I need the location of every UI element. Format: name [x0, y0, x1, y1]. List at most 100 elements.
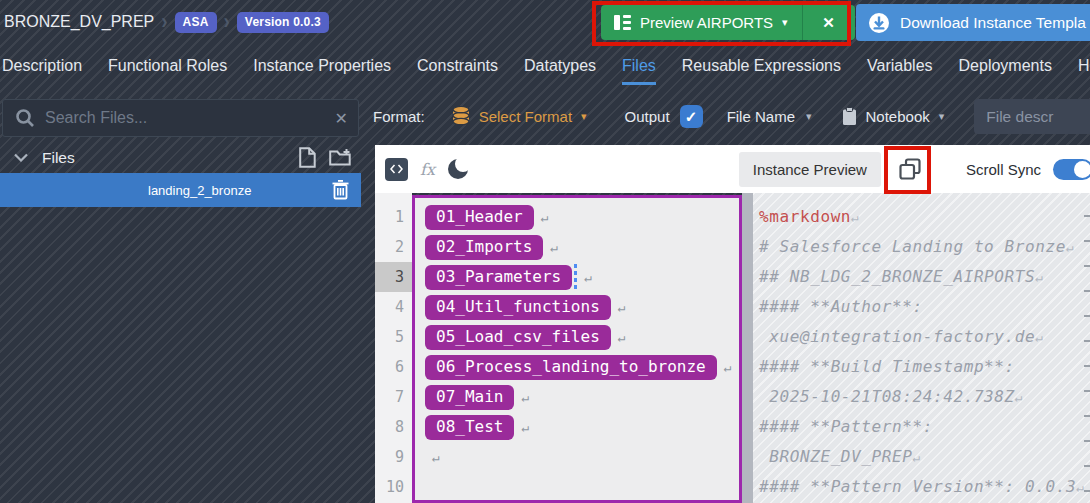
- return-mark: ↵: [1035, 330, 1043, 345]
- download-instance-template-button[interactable]: Download Instance Templa: [856, 4, 1090, 41]
- file-sidebar: Search Files... ✕ Files landing_2_bronze: [0, 88, 361, 503]
- format-toolbar: Format: Select Format ▾ Output ✓ File Na…: [361, 88, 1090, 145]
- instance-preview-button[interactable]: Instance Preview: [739, 152, 881, 187]
- download-button-label: Download Instance Templa: [900, 14, 1086, 32]
- badge-asa: ASA: [175, 12, 217, 33]
- dark-mode-moon-icon[interactable]: [448, 159, 468, 179]
- tab-history[interactable]: History: [1078, 47, 1090, 85]
- tab-functional-roles[interactable]: Functional Roles: [108, 47, 227, 85]
- tab-bar: Description Functional Roles Instance Pr…: [0, 44, 1090, 88]
- preview-button-group: Preview AIRPORTS ▾ ✕: [601, 5, 855, 40]
- section-token[interactable]: 04_Util_functions: [425, 295, 611, 320]
- output-checkbox[interactable]: ✓: [680, 105, 703, 128]
- scroll-sync-toggle[interactable]: [1053, 159, 1090, 180]
- line-number: 7: [375, 382, 412, 412]
- editor-body: 1 2 3 4 5 6 7 8 9 10 01_Header ↵ 02_Impor…: [375, 193, 1090, 503]
- preview-line: #### **Pattern**:: [753, 412, 1090, 442]
- code-line: 08_Test ↵: [415, 412, 739, 442]
- line-number: 5: [375, 322, 412, 352]
- line-number: 4: [375, 292, 412, 322]
- file-name-dropdown[interactable]: File Name ▾: [727, 108, 812, 125]
- section-token[interactable]: 03_Parameters: [425, 265, 572, 290]
- code-line: 03_Parameters ↵: [415, 262, 739, 292]
- preview-line: #### **Build Timestamp**:: [753, 352, 1090, 382]
- preview-airports-button[interactable]: Preview AIRPORTS ▾: [601, 5, 802, 40]
- chevron-down-icon: ▾: [782, 16, 788, 29]
- text-cursor: [574, 264, 577, 290]
- preview-line: #### **Author**:: [753, 292, 1090, 322]
- return-mark: ↵: [1066, 240, 1074, 255]
- return-mark: ↵: [432, 450, 440, 465]
- tab-deployments[interactable]: Deployments: [959, 47, 1052, 85]
- notebook-editor: fx Instance Preview Scroll Sync 1 2 3 4 …: [375, 145, 1090, 503]
- return-mark: ↵: [618, 330, 626, 345]
- code-line: 07_Main ↵: [415, 382, 739, 412]
- copy-icon[interactable]: [898, 157, 922, 181]
- fx-icon[interactable]: fx: [420, 160, 435, 179]
- line-number: 9: [375, 442, 412, 472]
- line-number: 6: [375, 352, 412, 382]
- return-mark: ↵: [1035, 270, 1043, 285]
- search-files-input[interactable]: Search Files... ✕: [2, 99, 359, 137]
- code-block-icon[interactable]: [385, 158, 408, 181]
- tab-constraints[interactable]: Constraints: [417, 47, 498, 85]
- files-root-label: Files: [42, 149, 299, 167]
- preview-line: # Salesforce Landing to Bronze↵: [753, 232, 1090, 262]
- preview-button-label: Preview AIRPORTS: [640, 14, 773, 31]
- tab-datatypes[interactable]: Datatypes: [524, 47, 596, 85]
- output-label: Output: [625, 108, 670, 125]
- return-mark: ↵: [1015, 390, 1023, 405]
- code-line: 04_Util_functions↵: [415, 292, 739, 322]
- section-token[interactable]: 01_Header: [425, 205, 534, 230]
- select-format-dropdown[interactable]: Select Format ▾: [452, 106, 587, 127]
- section-token[interactable]: 07_Main: [425, 385, 514, 410]
- section-token[interactable]: 08_Test: [425, 415, 514, 440]
- line-number: 8: [375, 412, 412, 442]
- code-line: 02_Imports ↵: [415, 232, 739, 262]
- chevron-down-icon: ▾: [581, 110, 587, 123]
- chevron-down-icon: ▾: [939, 110, 945, 123]
- section-token[interactable]: 06_Process_landing_to_bronze: [425, 355, 717, 380]
- tab-files[interactable]: Files: [622, 47, 656, 85]
- line-number: 2: [375, 232, 412, 262]
- files-tree-root[interactable]: Files: [0, 142, 361, 173]
- select-format-label: Select Format: [479, 108, 572, 125]
- code-line: 05_Load_csv_files ↵: [415, 322, 739, 352]
- return-mark: ↵: [1076, 480, 1084, 495]
- new-file-icon[interactable]: [299, 147, 316, 168]
- code-editor-area[interactable]: 01_Header ↵ 02_Imports ↵ 03_Parameters ↵ 04…: [412, 195, 742, 503]
- scrollbar-ticks[interactable]: [1084, 215, 1090, 503]
- section-token[interactable]: 02_Imports: [425, 235, 543, 260]
- search-icon: [15, 108, 35, 128]
- clear-search-icon[interactable]: ✕: [335, 109, 348, 128]
- file-item-landing-2-bronze[interactable]: landing_2_bronze: [0, 173, 361, 207]
- breadcrumb-separator-icon: ›: [224, 9, 230, 35]
- delete-file-icon[interactable]: [332, 180, 349, 200]
- new-folder-icon[interactable]: [329, 148, 351, 167]
- tab-description[interactable]: Description: [2, 47, 82, 85]
- file-description-input[interactable]: File descr: [974, 99, 1090, 134]
- notebook-dropdown[interactable]: Notebook ▾: [842, 107, 945, 126]
- chevron-down-icon: ▾: [806, 110, 812, 123]
- tab-variables[interactable]: Variables: [867, 47, 933, 85]
- file-description-placeholder: File descr: [986, 108, 1053, 126]
- return-mark: ↵: [724, 360, 732, 375]
- line-number-gutter: 1 2 3 4 5 6 7 8 9 10: [375, 193, 412, 503]
- close-preview-button[interactable]: ✕: [803, 14, 855, 32]
- tab-reusable-expressions[interactable]: Reusable Expressions: [682, 47, 841, 85]
- preview-line: xue@integration-factory.de↵: [753, 322, 1090, 352]
- badge-version: Version 0.0.3: [237, 12, 329, 33]
- tab-instance-properties[interactable]: Instance Properties: [253, 47, 391, 85]
- section-token[interactable]: 05_Load_csv_files: [425, 325, 611, 350]
- panel-divider[interactable]: [742, 193, 753, 503]
- notebook-label: Notebook: [866, 108, 930, 125]
- return-mark: ↵: [521, 420, 529, 435]
- format-label: Format:: [373, 108, 425, 125]
- preview-line: 2025-10-21T08:24:42.738Z↵: [753, 382, 1090, 412]
- file-name-label: File Name: [727, 108, 795, 125]
- return-mark: ↵: [550, 240, 558, 255]
- return-mark: ↵: [521, 390, 529, 405]
- return-mark: ↵: [584, 270, 592, 285]
- scroll-sync-label: Scroll Sync: [966, 161, 1041, 178]
- line-number: 1: [375, 202, 412, 232]
